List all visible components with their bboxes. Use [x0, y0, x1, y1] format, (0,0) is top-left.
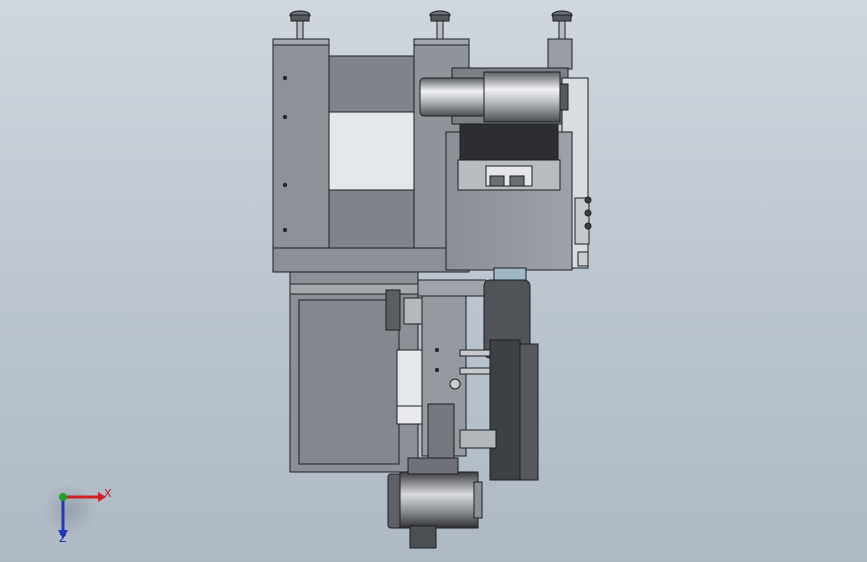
triad-x-label: X — [104, 487, 112, 500]
adjustment-knob-right[interactable] — [551, 10, 573, 40]
electric-motor[interactable] — [387, 457, 483, 549]
machine-assembly[interactable] — [272, 10, 592, 549]
pneumatic-cylinder[interactable] — [419, 71, 569, 123]
lower-frame — [289, 271, 424, 473]
adjustment-knob-center[interactable] — [429, 10, 451, 40]
triad-z-label: Z — [59, 532, 67, 545]
coordinate-triad-icon[interactable]: X Z — [44, 484, 112, 545]
carriage-block[interactable] — [445, 123, 592, 271]
adjustment-knob-left[interactable] — [289, 10, 311, 40]
cad-viewport[interactable]: X Z — [0, 0, 867, 562]
